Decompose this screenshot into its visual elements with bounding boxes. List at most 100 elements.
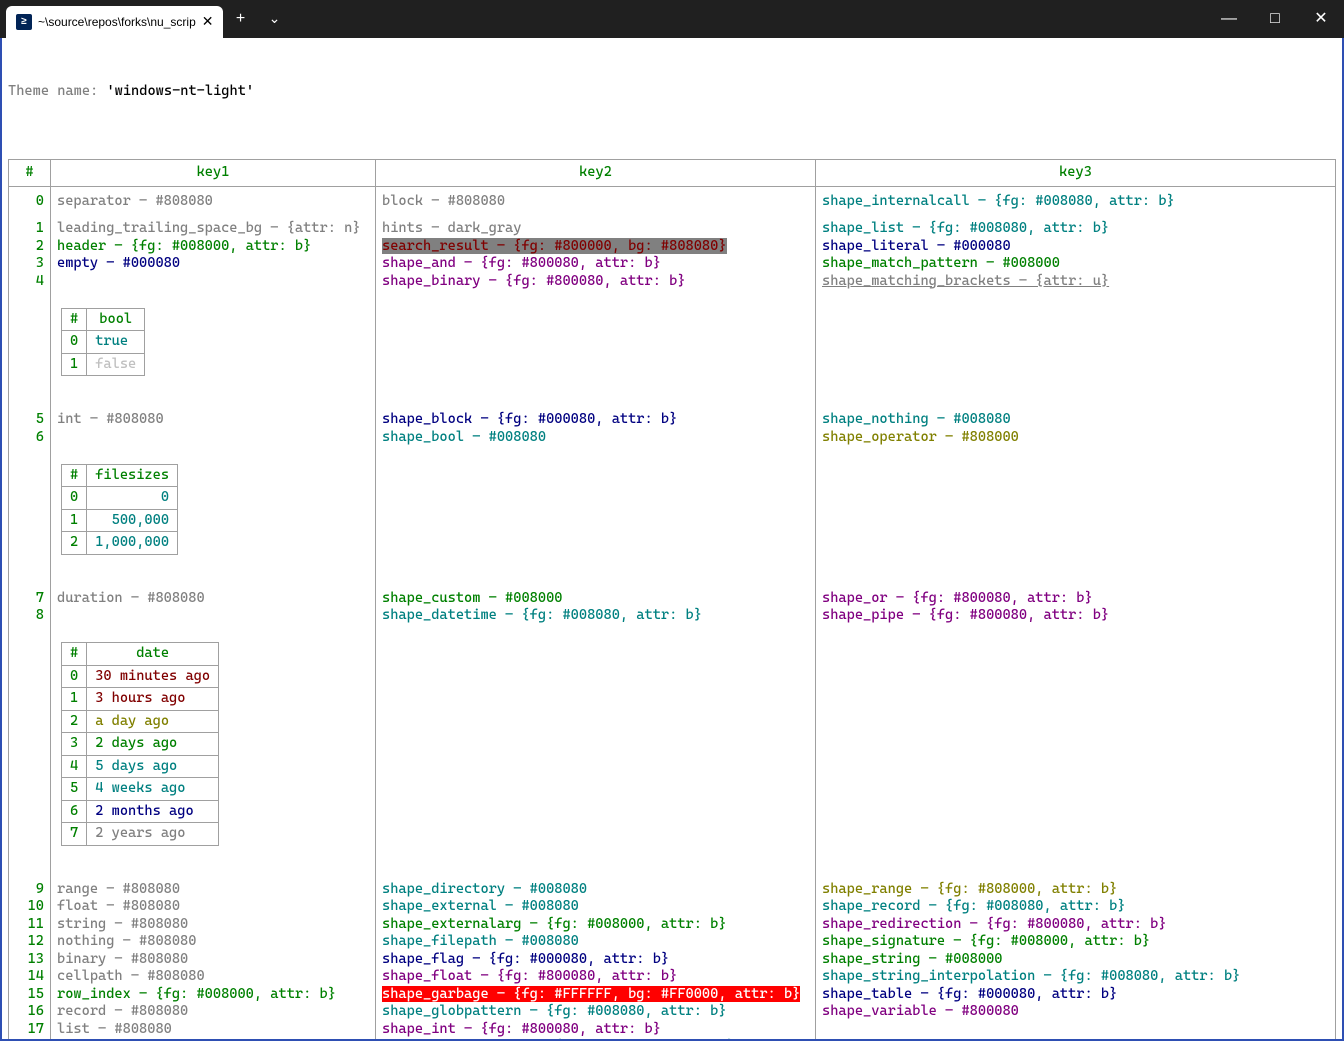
cell: shape_float – {fg: #800080, attr: b} xyxy=(382,968,677,984)
mini-idx: 0 xyxy=(62,487,87,510)
cell: shape_and – {fg: #800080, attr: b} xyxy=(382,255,661,271)
tab-title: ~\source\repos\forks\nu_scrip xyxy=(38,15,196,30)
mini-idx: 2 xyxy=(62,710,87,733)
row-index: 10 xyxy=(9,898,51,916)
cell: shape_filepath – #008080 xyxy=(382,933,579,949)
table-row: 1 leading_trailing_space_bg – {attr: n} … xyxy=(9,220,1336,238)
mini-val: true xyxy=(87,331,145,354)
mini-val: a day ago xyxy=(87,710,219,733)
cell: shape_bool – #008080 xyxy=(382,429,546,445)
row-index: 14 xyxy=(9,968,51,986)
row-index: 12 xyxy=(9,933,51,951)
table-row: 11 string – #808080 shape_externalarg – … xyxy=(9,916,1336,934)
table-row: 17 list – #808080 shape_int – {fg: #8000… xyxy=(9,1021,1336,1039)
cell: shape_list – {fg: #008080, attr: b} xyxy=(822,220,1109,236)
mini-idx: 0 xyxy=(62,665,87,688)
cell: shape_range – {fg: #808000, attr: b} xyxy=(822,881,1117,897)
tab-close-icon[interactable]: ✕ xyxy=(202,13,214,31)
cell: header – {fg: #008000, attr: b} xyxy=(57,238,311,254)
hdr-key2: key2 xyxy=(376,160,816,187)
mini-hdr-val: bool xyxy=(87,308,145,331)
mini-idx: 2 xyxy=(62,532,87,555)
active-tab[interactable]: ≥ ~\source\repos\forks\nu_scrip ✕ xyxy=(6,6,223,38)
mini-idx: 4 xyxy=(62,755,87,778)
hdr-idx: # xyxy=(9,160,51,187)
row-index: 13 xyxy=(9,951,51,969)
row-index: 6 xyxy=(9,429,51,590)
cell: hints – dark_gray xyxy=(382,220,521,236)
row-index: 3 xyxy=(9,255,51,273)
new-tab-button[interactable]: + xyxy=(223,0,257,38)
mini-hdr-val: date xyxy=(87,643,219,666)
hdr-key1: key1 xyxy=(51,160,376,187)
cell: shape_binary – {fg: #800080, attr: b} xyxy=(382,273,686,289)
table-row: 5 int – #808080 shape_block – {fg: #0000… xyxy=(9,411,1336,429)
cell: leading_trailing_space_bg – {attr: n} xyxy=(57,220,361,236)
mini-idx: 6 xyxy=(62,800,87,823)
row-index: 11 xyxy=(9,916,51,934)
row-index: 7 xyxy=(9,590,51,608)
row-index: 17 xyxy=(9,1021,51,1039)
table-row: 15 row_index – {fg: #008000, attr: b} sh… xyxy=(9,986,1336,1004)
cell: duration – #808080 xyxy=(57,590,205,606)
cell: shape_block – {fg: #000080, attr: b} xyxy=(382,411,677,427)
titlebar: ≥ ~\source\repos\forks\nu_scrip ✕ + ⌄ — … xyxy=(0,0,1344,38)
row-index: 1 xyxy=(9,220,51,238)
mini-val: 500,000 xyxy=(87,509,178,532)
maximize-button[interactable]: □ xyxy=(1252,0,1298,38)
mini-val: 1,000,000 xyxy=(87,532,178,555)
table-row: 2 header – {fg: #008000, attr: b} search… xyxy=(9,238,1336,256)
close-window-button[interactable]: ✕ xyxy=(1298,0,1344,38)
cell: shape_match_pattern – #008000 xyxy=(822,255,1060,271)
mini-val: 5 days ago xyxy=(87,755,219,778)
mini-hdr-idx: # xyxy=(62,464,87,487)
window-buttons: — □ ✕ xyxy=(1206,0,1344,38)
table-row: 10 float – #808080 shape_external – #008… xyxy=(9,898,1336,916)
table-header-row: # key1 key2 key3 xyxy=(9,160,1336,187)
cell: shape_record – {fg: #008080, attr: b} xyxy=(822,898,1126,914)
cell: shape_operator – #808000 xyxy=(822,429,1019,445)
cell: shape_matching_brackets – {attr: u} xyxy=(822,273,1109,289)
table-row: 4 #bool 0true 1false shape_binary – {fg:… xyxy=(9,273,1336,412)
row-index: 0 xyxy=(9,186,51,210)
cell: shape_externalarg – {fg: #008000, attr: … xyxy=(382,916,727,932)
cell: record – #808080 xyxy=(57,1003,188,1019)
cell: list – #808080 xyxy=(57,1021,172,1037)
bool-table: #bool 0true 1false xyxy=(61,308,145,377)
cell: block – #808080 xyxy=(382,193,505,209)
row-index: 5 xyxy=(9,411,51,429)
cell: binary – #808080 xyxy=(57,951,188,967)
cell: row_index – {fg: #008000, attr: b} xyxy=(57,986,336,1002)
tab-dropdown-button[interactable]: ⌄ xyxy=(257,0,291,38)
cell: shape_internalcall – {fg: #008080, attr:… xyxy=(822,193,1175,209)
cell: shape_variable – #800080 xyxy=(822,1003,1019,1019)
mini-val: 2 months ago xyxy=(87,800,219,823)
filesize-table: #filesizes 00 1500,000 21,000,000 xyxy=(61,464,178,555)
row-index: 15 xyxy=(9,986,51,1004)
mini-idx: 0 xyxy=(62,331,87,354)
minimize-button[interactable]: — xyxy=(1206,0,1252,38)
cell: cellpath – #808080 xyxy=(57,968,205,984)
terminal-pane[interactable]: Theme name: 'windows-nt-light' # key1 ke… xyxy=(0,38,1344,1041)
row-index: 2 xyxy=(9,238,51,256)
mini-idx: 3 xyxy=(62,733,87,756)
cell: shape_external – #008080 xyxy=(382,898,579,914)
theme-label: Theme name: xyxy=(8,83,106,99)
row-index: 9 xyxy=(9,881,51,899)
table-row: 14 cellpath – #808080 shape_float – {fg:… xyxy=(9,968,1336,986)
cell: string – #808080 xyxy=(57,916,188,932)
cell: shape_string – #008000 xyxy=(822,951,1002,967)
table-row: 16 record – #808080 shape_globpattern – … xyxy=(9,1003,1336,1021)
mini-val: false xyxy=(87,353,145,376)
table-row: 13 binary – #808080 shape_flag – {fg: #0… xyxy=(9,951,1336,969)
cell: nothing – #808080 xyxy=(57,933,196,949)
powershell-icon: ≥ xyxy=(16,14,32,30)
theme-table: # key1 key2 key3 0 separator – #808080 b… xyxy=(8,159,1336,1041)
cell: shape_redirection – {fg: #800080, attr: … xyxy=(822,916,1167,932)
mini-hdr-idx: # xyxy=(62,643,87,666)
hdr-key3: key3 xyxy=(816,160,1336,187)
cell: shape_custom – #008000 xyxy=(382,590,562,606)
table-row: 7 duration – #808080 shape_custom – #008… xyxy=(9,590,1336,608)
cell: shape_garbage – {fg: #FFFFFF, bg: #FF000… xyxy=(382,986,800,1002)
cell: shape_table – {fg: #000080, attr: b} xyxy=(822,986,1117,1002)
